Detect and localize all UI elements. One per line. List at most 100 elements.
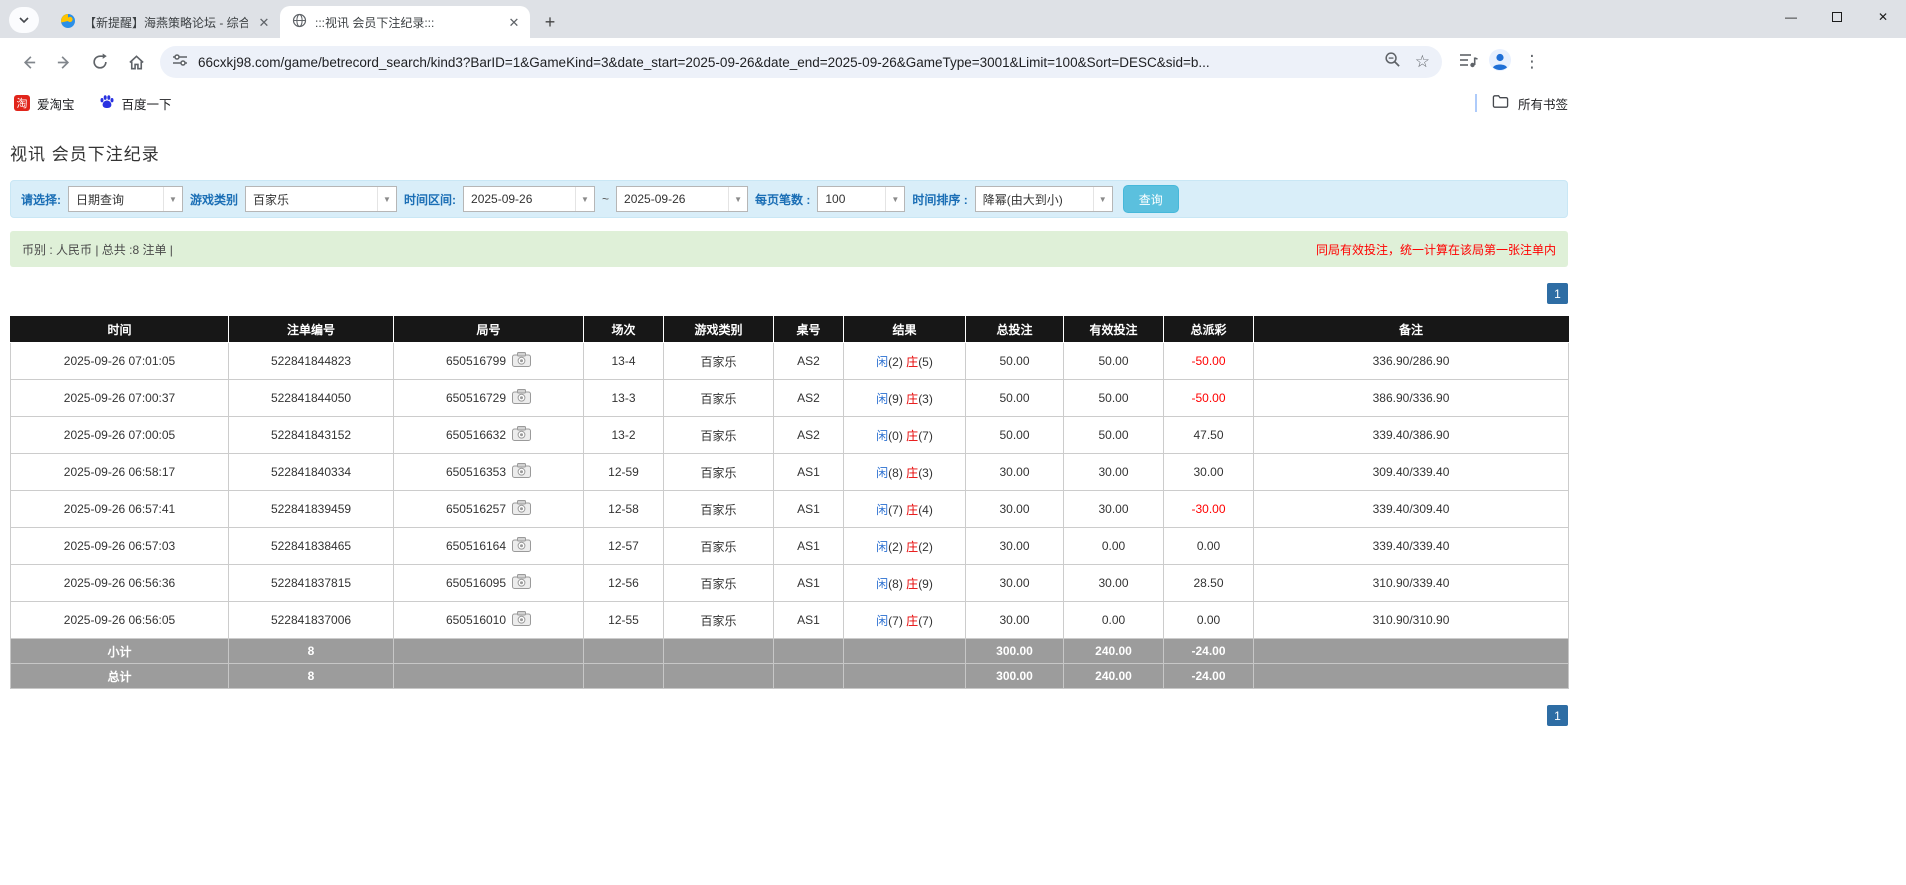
- page-size-select[interactable]: 100 ▼: [817, 186, 905, 212]
- column-header: 注单编号: [229, 317, 394, 343]
- cell-valid-bet: 30.00: [1064, 454, 1164, 491]
- sort-label: 时间排序 :: [912, 191, 967, 208]
- window-close-button[interactable]: ✕: [1860, 0, 1906, 34]
- snapshot-camera-icon[interactable]: [512, 463, 531, 481]
- media-controls-icon[interactable]: [1458, 51, 1478, 74]
- total-valid-bet: 240.00: [1064, 664, 1164, 689]
- cell-round: 650516164: [394, 528, 584, 565]
- menu-kebab-icon[interactable]: ⋮: [1522, 52, 1542, 72]
- cell-bet-id: 522841838465: [229, 528, 394, 565]
- tab-close-icon[interactable]: ✕: [506, 14, 522, 30]
- chevron-down-icon[interactable]: ▼: [575, 187, 594, 211]
- search-button[interactable]: 查询: [1123, 185, 1179, 213]
- column-header: 局号: [394, 317, 584, 343]
- page-size-label: 每页笔数 :: [755, 191, 810, 208]
- home-icon[interactable]: [118, 44, 154, 80]
- snapshot-camera-icon[interactable]: [512, 500, 531, 518]
- url-bar[interactable]: 66cxkj98.com/game/betrecord_search/kind3…: [160, 46, 1442, 78]
- tab-forum[interactable]: 【新提醒】海燕策略论坛 - 综合 ✕: [48, 6, 280, 38]
- cell-valid-bet: 50.00: [1064, 343, 1164, 380]
- url-text[interactable]: 66cxkj98.com/game/betrecord_search/kind3…: [198, 55, 1374, 70]
- reload-icon[interactable]: [82, 44, 118, 80]
- date-start-input[interactable]: 2025-09-26 ▼: [463, 186, 595, 212]
- snapshot-camera-icon[interactable]: [512, 537, 531, 555]
- cell-payout: 28.50: [1164, 565, 1254, 602]
- pagination-top: 1: [0, 283, 1568, 304]
- cell-game-type: 百家乐: [664, 380, 774, 417]
- zoom-icon[interactable]: [1384, 51, 1401, 73]
- cell-payout: -50.00: [1164, 380, 1254, 417]
- window-maximize-button[interactable]: [1814, 0, 1860, 34]
- bookmark-baidu[interactable]: 百度一下: [99, 94, 172, 113]
- column-header: 总投注: [966, 317, 1064, 343]
- cell-bet-id: 522841844823: [229, 343, 394, 380]
- cell-total-bet[interactable]: 30.00: [966, 454, 1064, 491]
- snapshot-camera-icon[interactable]: [512, 611, 531, 629]
- tune-icon[interactable]: [172, 52, 188, 73]
- chevron-down-icon[interactable]: ▼: [377, 187, 396, 211]
- snapshot-camera-icon[interactable]: [512, 389, 531, 407]
- cell-table-no: AS1: [774, 491, 844, 528]
- snapshot-camera-icon[interactable]: [512, 352, 531, 370]
- chevron-down-icon[interactable]: ▼: [163, 187, 182, 211]
- window-minimize-button[interactable]: —: [1768, 0, 1814, 34]
- page-1-button[interactable]: 1: [1547, 705, 1568, 726]
- bookmark-label: 百度一下: [122, 94, 172, 113]
- snapshot-camera-icon[interactable]: [512, 574, 531, 592]
- tab-bet-records[interactable]: :::视讯 会员下注纪录::: ✕: [280, 6, 530, 38]
- cell-payout: 0.00: [1164, 602, 1254, 639]
- forward-icon[interactable]: [46, 44, 82, 80]
- notice-text: 同局有效投注，统一计算在该局第一张注单内: [1316, 241, 1556, 258]
- cell-bet-id: 522841840334: [229, 454, 394, 491]
- snapshot-camera-icon[interactable]: [512, 426, 531, 444]
- cell-total-bet[interactable]: 50.00: [966, 417, 1064, 454]
- date-range-label: 时间区间:: [404, 191, 456, 208]
- table-row: 2025-09-26 07:01:05 522841844823 6505167…: [11, 343, 1569, 380]
- cell-valid-bet: 50.00: [1064, 380, 1164, 417]
- query-type-select[interactable]: 日期查询 ▼: [68, 186, 183, 212]
- column-header: 时间: [11, 317, 229, 343]
- cell-result: 闲(2) 庄(2): [844, 528, 966, 565]
- all-bookmarks-label[interactable]: 所有书签: [1518, 94, 1568, 113]
- cell-total-bet[interactable]: 50.00: [966, 343, 1064, 380]
- table-row: 2025-09-26 06:58:17 522841840334 6505163…: [11, 454, 1569, 491]
- cell-note: 339.40/339.40: [1254, 528, 1569, 565]
- profile-avatar-icon[interactable]: [1488, 48, 1512, 77]
- new-tab-button[interactable]: +: [536, 8, 564, 36]
- chevron-down-icon: [18, 11, 30, 29]
- cell-payout: -30.00: [1164, 491, 1254, 528]
- browser-toolbar: 66cxkj98.com/game/betrecord_search/kind3…: [0, 38, 1906, 86]
- cell-time: 2025-09-26 06:57:03: [11, 528, 229, 565]
- chevron-down-icon[interactable]: ▼: [728, 187, 747, 211]
- subtotal-total-bet: 300.00: [966, 639, 1064, 664]
- cell-valid-bet: 30.00: [1064, 491, 1164, 528]
- column-header: 场次: [584, 317, 664, 343]
- cell-total-bet[interactable]: 30.00: [966, 602, 1064, 639]
- cell-total-bet[interactable]: 50.00: [966, 380, 1064, 417]
- cell-valid-bet: 30.00: [1064, 565, 1164, 602]
- cell-bet-id: 522841844050: [229, 380, 394, 417]
- cell-total-bet[interactable]: 30.00: [966, 565, 1064, 602]
- sort-select[interactable]: 降幂(由大到小) ▼: [975, 186, 1113, 212]
- cell-bet-id: 522841837815: [229, 565, 394, 602]
- chevron-down-icon[interactable]: ▼: [1093, 187, 1112, 211]
- cell-total-bet[interactable]: 30.00: [966, 491, 1064, 528]
- table-row: 2025-09-26 07:00:05 522841843152 6505166…: [11, 417, 1569, 454]
- game-type-select[interactable]: 百家乐 ▼: [245, 186, 397, 212]
- bookmark-star-icon[interactable]: ☆: [1415, 52, 1430, 72]
- back-icon[interactable]: [10, 44, 46, 80]
- date-end-input[interactable]: 2025-09-26 ▼: [616, 186, 748, 212]
- tab-close-icon[interactable]: ✕: [256, 14, 272, 30]
- subtotal-row: 小计 8 300.00 240.00 -24.00: [11, 639, 1569, 664]
- cell-table-no: AS1: [774, 565, 844, 602]
- page-1-button[interactable]: 1: [1547, 283, 1568, 304]
- chevron-down-icon[interactable]: ▼: [885, 187, 904, 211]
- bookmark-taobao[interactable]: 淘 爱淘宝: [14, 94, 75, 113]
- bet-records-table: 时间注单编号局号场次游戏类别桌号结果总投注有效投注总派彩备注 2025-09-2…: [10, 316, 1569, 689]
- cell-session: 12-57: [584, 528, 664, 565]
- cell-time: 2025-09-26 07:00:37: [11, 380, 229, 417]
- game-type-label: 游戏类别: [190, 191, 238, 208]
- cell-total-bet[interactable]: 30.00: [966, 528, 1064, 565]
- cell-session: 13-4: [584, 343, 664, 380]
- tab-search-button[interactable]: [9, 7, 39, 33]
